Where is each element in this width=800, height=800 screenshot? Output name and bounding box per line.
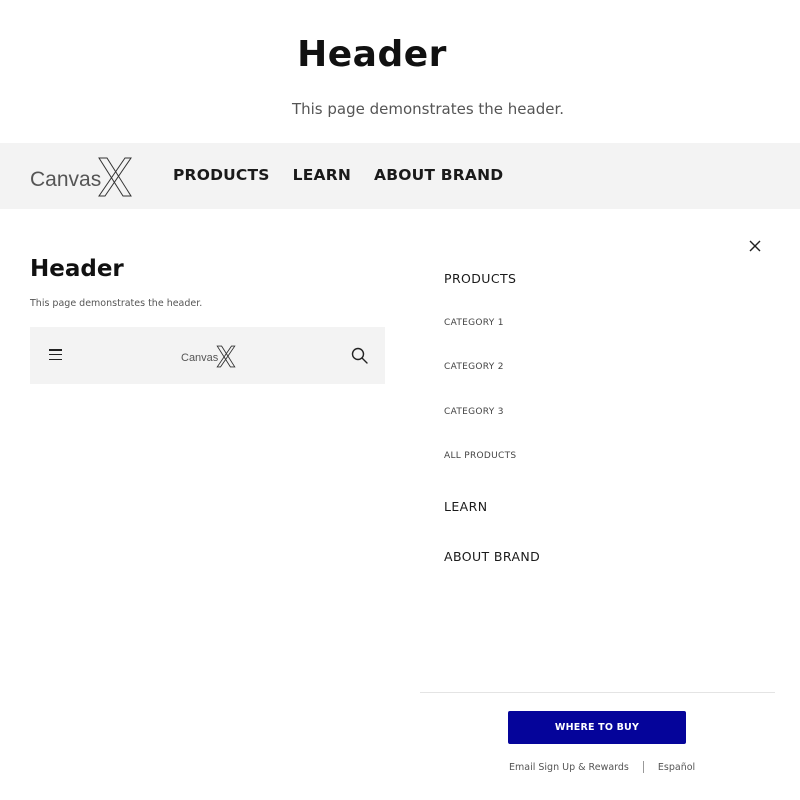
drawer-item-category-3[interactable]: CATEGORY 3: [444, 407, 504, 417]
drawer-item-category-2[interactable]: CATEGORY 2: [444, 362, 504, 372]
drawer-item-all-products[interactable]: ALL PRODUCTS: [444, 451, 516, 461]
page-subtitle: This page demonstrates the header.: [291, 100, 565, 118]
mobile-page-title: Header: [30, 256, 124, 282]
where-to-buy-button[interactable]: WHERE TO BUY: [508, 711, 686, 744]
page-title: Header: [297, 34, 447, 75]
hamburger-icon[interactable]: [49, 349, 62, 361]
close-icon[interactable]: [747, 238, 763, 254]
drawer-divider: [420, 692, 775, 693]
mobile-page-subtitle: This page demonstrates the header.: [30, 298, 203, 309]
mobile-brand-x-mark-icon: [216, 345, 236, 367]
mobile-header: Canvas: [30, 327, 385, 384]
drawer-footer-links: Email Sign Up & Rewards Español: [509, 761, 695, 773]
nav-item-learn[interactable]: LEARN: [293, 166, 351, 184]
desktop-header: Canvas PRODUCTS LEARN ABOUT BRAND: [0, 143, 800, 209]
footer-link-separator: [642, 761, 644, 773]
search-icon[interactable]: [351, 347, 368, 364]
mobile-brand-logo-text: Canvas: [181, 351, 219, 364]
brand-logo-text: Canvas: [30, 168, 102, 191]
drawer-item-about-brand[interactable]: ABOUT BRAND: [444, 549, 540, 564]
drawer-item-learn[interactable]: LEARN: [444, 499, 487, 514]
desktop-nav: PRODUCTS LEARN ABOUT BRAND: [173, 166, 503, 184]
drawer-item-category-1[interactable]: CATEGORY 1: [444, 318, 504, 328]
nav-item-about-brand[interactable]: ABOUT BRAND: [374, 166, 503, 184]
espanol-link[interactable]: Español: [658, 762, 695, 773]
brand-x-mark-icon: [98, 157, 133, 197]
nav-item-products[interactable]: PRODUCTS: [173, 166, 270, 184]
brand-logo[interactable]: Canvas: [30, 155, 133, 199]
mobile-brand-logo[interactable]: Canvas: [181, 344, 236, 368]
email-signup-link[interactable]: Email Sign Up & Rewards: [509, 762, 629, 773]
drawer-item-products[interactable]: PRODUCTS: [444, 271, 516, 286]
